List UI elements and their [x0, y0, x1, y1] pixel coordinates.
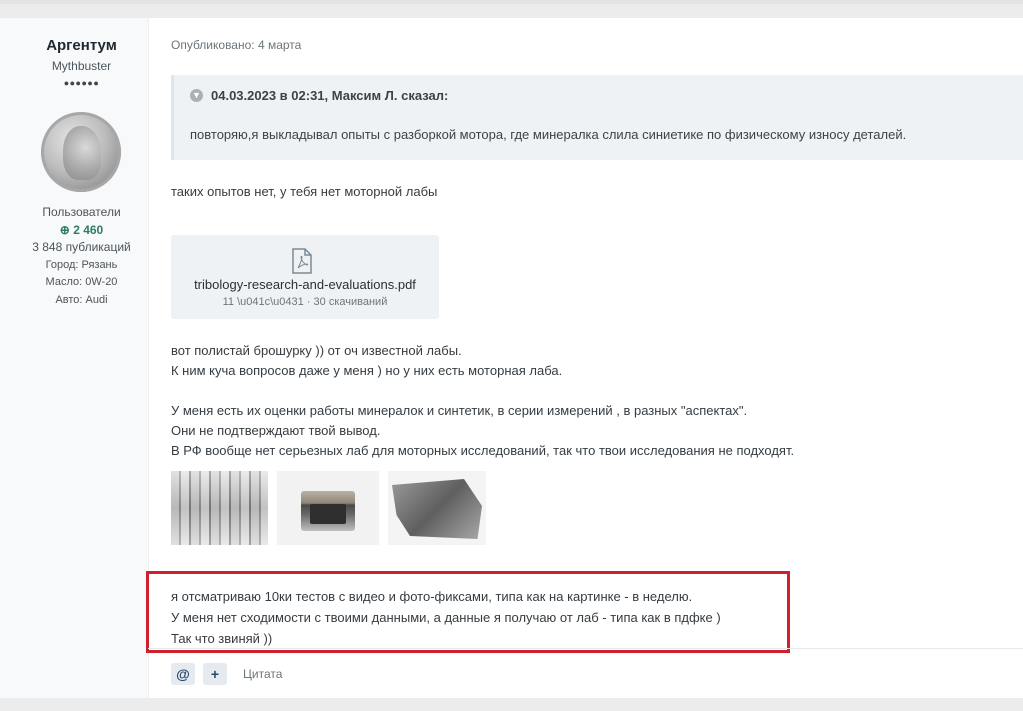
add-button[interactable]: +: [203, 663, 227, 685]
body-line: В РФ вообще нет серьезных лаб для моторн…: [171, 443, 795, 458]
reply-line: таких опытов нет, у тебя нет моторной ла…: [171, 184, 438, 199]
thumbnail-bearings[interactable]: [171, 471, 268, 545]
body-line: У меня есть их оценки работы минералок и…: [171, 403, 748, 418]
author-title: Mythbuster: [51, 59, 112, 73]
quote-block: ▼ 04.03.2023 в 02:31, Максим Л. сказал: …: [171, 75, 1023, 160]
chevron-down-icon[interactable]: ▼: [190, 89, 203, 102]
reputation-badge[interactable]: ⊕ 2 460: [0, 222, 163, 240]
author-sidebar: Аргентум Mythbuster ●●●●●● Пользователи …: [0, 18, 149, 698]
highlight-line: я отсматриваю 10ки тестов с видео и фото…: [171, 589, 693, 604]
thumbnail-oil-pan[interactable]: [388, 471, 486, 545]
attachment-file-name[interactable]: tribology-research-and-evaluations.pdf: [171, 277, 439, 292]
author-city: Город: Рязань: [45, 258, 118, 271]
author-posts: 3 848 публикаций: [32, 240, 131, 254]
quote-button[interactable]: Цитата: [243, 667, 282, 681]
quote-body: повторяю,я выкладывал опыты с разборкой …: [190, 127, 907, 142]
thumbnail-piston[interactable]: [277, 471, 379, 545]
body-line: К ним куча вопросов даже у меня ) но у н…: [171, 363, 563, 378]
author-name[interactable]: Аргентум: [0, 37, 163, 54]
forum-post: Аргентум Mythbuster ●●●●●● Пользователи …: [0, 18, 1023, 698]
reputation-value: 2 460: [73, 222, 104, 237]
attachment-card[interactable]: tribology-research-and-evaluations.pdf 1…: [171, 235, 439, 319]
author-meta: Пользователи ⊕ 2 460 3 848 публикаций Го…: [0, 204, 163, 309]
author-car: Авто: Audi: [55, 293, 108, 306]
author-oil: Масло: 0W-20: [45, 276, 118, 288]
body-line: [171, 381, 794, 401]
published-date[interactable]: Опубликовано: 4 марта: [171, 38, 301, 52]
mention-button[interactable]: @: [171, 663, 195, 685]
post-footer-divider: [148, 648, 1023, 649]
highlight-line: У меня нет сходимости с твоими данными, …: [171, 610, 721, 625]
rank-dots: ●●●●●●: [63, 78, 100, 88]
quote-header-text: 04.03.2023 в 02:31, Максим Л. сказал:: [211, 88, 449, 103]
quote-header[interactable]: ▼ 04.03.2023 в 02:31, Максим Л. сказал:: [190, 88, 448, 103]
author-group: Пользователи: [42, 205, 121, 219]
post-body-text: вот полистай брошурку )) от оч известной…: [171, 341, 794, 461]
body-line: вот полистай брошурку )) от оч известной…: [171, 343, 462, 358]
page-top-divider: [0, 0, 1023, 4]
body-line: Они не подтверждают твой вывод.: [171, 423, 381, 438]
plus-circle-icon: ⊕: [59, 222, 70, 237]
highlight-line: Так что звиняй )): [171, 631, 273, 646]
highlighted-text: я отсматриваю 10ки тестов с видео и фото…: [171, 586, 721, 649]
avatar-portrait: [63, 126, 101, 180]
pdf-file-icon: [292, 248, 312, 274]
avatar[interactable]: [41, 112, 121, 192]
attachment-meta: 11 \u041c\u0431 · 30 скачиваний: [222, 296, 388, 308]
